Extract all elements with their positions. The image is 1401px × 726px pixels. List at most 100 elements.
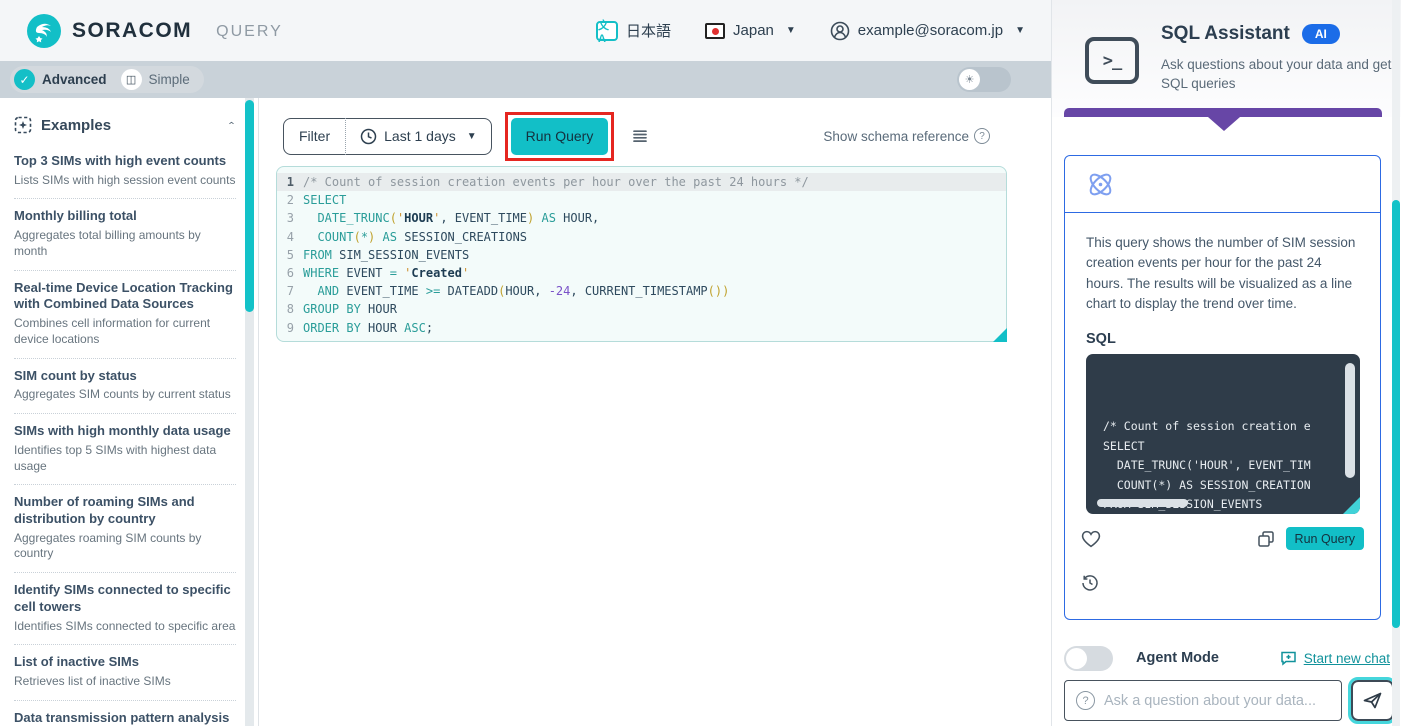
example-item-title: SIM count by status — [14, 367, 137, 383]
copy-sql-button[interactable] — [1257, 530, 1275, 548]
example-item-desc: Lists SIMs with high session event count… — [14, 172, 236, 187]
mode-advanced[interactable]: ✓ Advanced — [14, 69, 107, 90]
ai-badge: AI — [1301, 24, 1340, 44]
help-icon: ? — [974, 128, 990, 144]
sql-section-label: SQL — [1086, 331, 1116, 347]
line-number: 3 — [286, 211, 294, 226]
example-item-title: Data transmission pattern analysis — [14, 709, 230, 725]
collapse-chevron-icon[interactable]: ⌃ — [227, 120, 236, 131]
example-item[interactable]: Data transmission pattern analysisAnalyz… — [14, 701, 236, 726]
language-selector[interactable]: 文A 日本語 — [596, 20, 671, 45]
line-number: 7 — [286, 284, 294, 299]
code-token: /* Count of session creation events per … — [303, 175, 809, 189]
assistant-code-line: SELECT — [1103, 438, 1145, 453]
example-item[interactable]: Identify SIMs connected to specific cell… — [14, 573, 236, 646]
code-vertical-scrollbar[interactable] — [1345, 363, 1355, 478]
run-query-button[interactable]: Run Query — [510, 117, 609, 155]
code-token: COUNT — [317, 229, 354, 244]
editor-line[interactable]: 2 SELECT — [277, 191, 1006, 209]
example-item-title: Identify SIMs connected to specific cell… — [14, 582, 231, 614]
favorite-query-button[interactable] — [1081, 530, 1101, 548]
account-menu[interactable]: example@soracom.jp ▼ — [830, 21, 1025, 41]
code-token: ASC — [404, 320, 426, 335]
code-token: ) — [527, 211, 535, 226]
assistant-title: SQL Assistant — [1161, 23, 1290, 44]
example-item[interactable]: Monthly billing total Aggregates total bi… — [14, 199, 236, 271]
editor-line[interactable]: 3 DATE_TRUNC(' HOUR ', EVENT_TIME) AS HOUR… — [277, 209, 1006, 227]
example-item[interactable]: SIMs with high monthly data usage Identif… — [14, 414, 236, 486]
assistant-message-text: This query shows the number of SIM sessi… — [1086, 235, 1356, 311]
filter-button[interactable]: Filter — [284, 128, 345, 144]
example-item[interactable]: SIM count by status Aggregates SIM counts… — [14, 359, 236, 415]
start-new-chat-link[interactable]: Start new chat — [1280, 650, 1390, 667]
editor-line[interactable]: 1 /* Count of session creation events per… — [277, 173, 1006, 192]
code-token: ; — [425, 320, 434, 335]
coverage-selector[interactable]: Japan ▼ — [705, 22, 796, 39]
assistant-code-line: /* Count of session creation e — [1103, 419, 1311, 433]
annotation-highlight-box: Run Query — [504, 111, 615, 161]
code-token: EVENT — [339, 265, 390, 280]
editor-line[interactable]: 9 ORDER BY HOUR ASC; — [277, 319, 1006, 337]
code-token: ( — [353, 229, 361, 244]
header-right: 文A 日本語 Japan ▼ example@soracom.jp ▼ — [596, 20, 1025, 45]
example-item-desc: Aggregates SIM counts by current status — [14, 387, 231, 402]
example-item[interactable]: Number of roaming SIMs and distribution … — [14, 485, 236, 574]
example-item-title: List of inactive SIMs — [14, 654, 139, 670]
ask-input-wrap: ? — [1064, 680, 1343, 721]
editor-line[interactable]: 8 GROUP BY HOUR — [277, 300, 1006, 318]
panel-scrollbar-thumb[interactable] — [1392, 200, 1400, 628]
history-button[interactable] — [1081, 574, 1099, 592]
example-item-title: Monthly billing total — [14, 208, 137, 224]
example-item-title: SIMs with high monthly data usage — [14, 423, 231, 439]
assistant-run-query-button[interactable]: Run Query — [1285, 527, 1364, 550]
code-token: ORDER BY — [303, 320, 361, 335]
theme-toggle[interactable]: ☀ — [957, 67, 1011, 92]
code-horizontal-scrollbar[interactable] — [1097, 499, 1188, 507]
show-schema-reference-link[interactable]: Show schema reference ? — [823, 128, 990, 144]
ask-question-input[interactable] — [1104, 692, 1331, 709]
example-item[interactable]: Real-time Device Location Tracking with … — [14, 271, 236, 359]
send-button[interactable] — [1348, 677, 1397, 724]
example-item[interactable]: Top 3 SIMs with high event counts Lists S… — [14, 144, 236, 200]
example-item-title: Number of roaming SIMs and distribution … — [14, 494, 195, 526]
example-item-title: Real-time Device Location Tracking with … — [14, 279, 233, 312]
line-number: 2 — [286, 193, 294, 208]
editor-line[interactable]: 4 COUNT(*) AS SESSION_CREATIONS — [277, 228, 1006, 246]
code-token: FROM — [303, 247, 332, 262]
brand: SORACOM QUERY — [26, 13, 283, 49]
sidebar-scrollbar-thumb[interactable] — [245, 100, 254, 312]
left-region: SORACOM QUERY 文A 日本語 Japan ▼ example@sor… — [0, 0, 1051, 726]
assistant-code-line: DATE_TRUNC('HOUR', EVENT_TIM — [1103, 458, 1311, 472]
agent-mode-toggle[interactable] — [1064, 645, 1113, 671]
editor-line[interactable]: 6 WHERE EVENT = ' Created ' — [277, 264, 1006, 282]
example-item[interactable]: List of inactive SIMs Retrieves list of i… — [14, 645, 236, 701]
examples-section-header: Examples ⌃ — [14, 108, 236, 144]
check-icon: ✓ — [14, 69, 35, 90]
mode-simple[interactable]: ◫ Simple — [120, 69, 190, 90]
code-token: SIM_SESSION_EVENTS — [331, 247, 470, 262]
example-item-desc: Retrieves list of inactive SIMs — [14, 674, 171, 689]
code-token: ' — [404, 265, 412, 280]
editor-mode-switch: ✓ Advanced ◫ Simple — [10, 66, 204, 93]
code-token: AS — [382, 229, 397, 244]
code-token: ' — [396, 211, 405, 226]
format-stack-icon[interactable] — [631, 129, 649, 144]
line-number: 8 — [286, 302, 294, 317]
line-number: 1 — [286, 175, 294, 189]
time-range-dropdown[interactable]: Last 1 days ▼ — [346, 128, 491, 145]
assistant-input-row: ? — [1064, 677, 1397, 724]
sql-editor[interactable]: 1 /* Count of session creation events per… — [276, 166, 1007, 342]
editor-line[interactable]: 5 FROM SIM_SESSION_EVENTS — [277, 246, 1006, 264]
code-token: , EVENT_TIME — [440, 211, 528, 226]
line-number: 5 — [286, 247, 294, 262]
chevron-down-icon: ▼ — [466, 130, 477, 142]
assistant-sql-code[interactable]: /* Count of session creation e SELECT DAT… — [1086, 354, 1360, 514]
code-token: ' — [461, 265, 470, 280]
new-chat-icon — [1280, 650, 1297, 667]
editor-line[interactable]: 7 AND EVENT_TIME >= DATEADD(HOUR, -24, C… — [277, 282, 1006, 300]
